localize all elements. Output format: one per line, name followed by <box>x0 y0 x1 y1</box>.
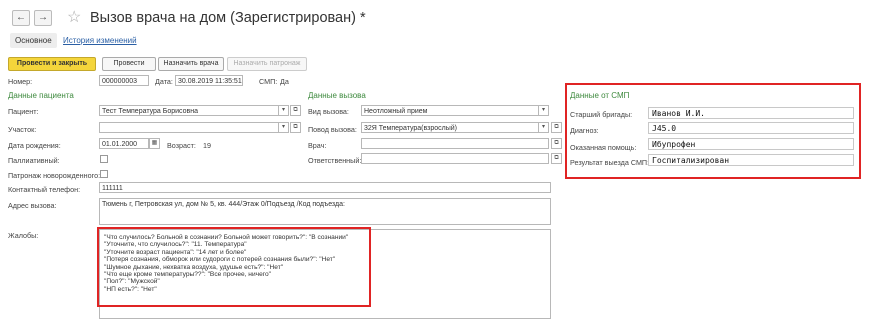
calendar-icon[interactable]: ▦ <box>149 138 160 149</box>
responsible-label: Ответственный: <box>308 156 362 165</box>
forward-button[interactable]: → <box>34 10 52 26</box>
smp-value: Да <box>280 77 289 86</box>
arrow-left-icon: ← <box>16 12 26 23</box>
smp-highlight <box>565 83 861 179</box>
call-type-field[interactable]: Неотложный прием <box>361 105 549 116</box>
doctor-label: Врач: <box>308 141 327 150</box>
patient-dropdown-icon[interactable]: ▾ <box>278 105 289 116</box>
phone-label: Контактный телефон: <box>8 185 81 194</box>
responsible-open-icon[interactable]: ⧉ <box>551 153 562 164</box>
patient-field[interactable]: Тест Температура Борисовна <box>99 105 288 116</box>
call-reason-field[interactable]: 32Я Температура(взрослый) <box>361 122 549 133</box>
complaints-highlight <box>97 227 371 307</box>
address-field[interactable]: Тюмень г, Петровская ул, дом № 5, кв. 44… <box>99 198 551 225</box>
date-field[interactable]: 30.08.2019 11:35:51 <box>175 75 243 86</box>
palliative-checkbox[interactable] <box>100 155 108 163</box>
phone-field[interactable]: 111111 <box>99 182 551 193</box>
responsible-field[interactable] <box>361 153 549 164</box>
age-value: 19 <box>203 141 211 150</box>
page-title: Вызов врача на дом (Зарегистрирован) * <box>90 10 366 26</box>
area-label: Участок: <box>8 125 37 134</box>
patient-label: Пациент: <box>8 107 39 116</box>
call-reason-open-icon[interactable]: ⧉ <box>551 122 562 133</box>
number-label: Номер: <box>8 77 33 86</box>
assign-doctor-button[interactable]: Назначить врача <box>158 57 224 71</box>
arrow-right-icon: → <box>38 12 48 23</box>
call-reason-label: Повод вызова: <box>308 125 357 134</box>
call-reason-dropdown-icon[interactable]: ▾ <box>538 122 549 133</box>
patient-open-icon[interactable]: ⧉ <box>290 105 301 116</box>
area-dropdown-icon[interactable]: ▾ <box>278 122 289 133</box>
palliative-label: Паллиативный: <box>8 156 60 165</box>
doctor-open-icon[interactable]: ⧉ <box>551 138 562 149</box>
dob-label: Дата рождения: <box>8 141 61 150</box>
tab-main[interactable]: Основное <box>10 33 57 48</box>
back-button[interactable]: ← <box>12 10 30 26</box>
area-open-icon[interactable]: ⧉ <box>290 122 301 133</box>
post-and-close-button[interactable]: Провести и закрыть <box>8 57 96 71</box>
call-section-title: Данные вызова <box>308 91 366 100</box>
newborn-patronage-label: Патронаж новорожденного: <box>8 171 101 180</box>
date-label: Дата: <box>155 77 173 86</box>
patient-section-title: Данные пациента <box>8 91 74 100</box>
post-button[interactable]: Провести <box>102 57 156 71</box>
assign-patronage-button[interactable]: Назначить патронаж <box>227 57 307 71</box>
age-label: Возраст: <box>167 141 196 150</box>
newborn-patronage-checkbox[interactable] <box>100 170 108 178</box>
number-field[interactable]: 000000003 <box>99 75 149 86</box>
address-label: Адрес вызова: <box>8 201 57 210</box>
dob-field[interactable]: 01.01.2000 <box>99 138 149 149</box>
call-type-dropdown-icon[interactable]: ▾ <box>538 105 549 116</box>
complaints-label: Жалобы: <box>8 231 39 240</box>
doctor-field[interactable] <box>361 138 549 149</box>
tab-history[interactable]: История изменений <box>58 33 142 48</box>
smp-label: СМП: <box>259 77 278 86</box>
area-field[interactable] <box>99 122 288 133</box>
favorite-star-icon[interactable]: ☆ <box>67 7 81 27</box>
call-type-label: Вид вызова: <box>308 107 349 116</box>
